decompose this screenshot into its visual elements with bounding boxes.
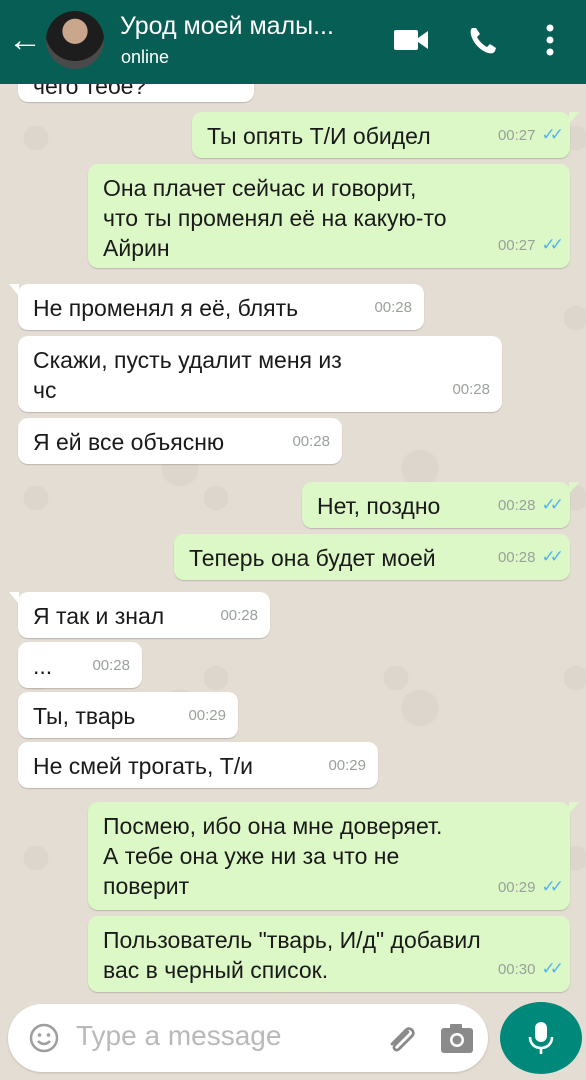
phone-icon[interactable]: [458, 18, 506, 62]
avatar[interactable]: [46, 11, 104, 69]
message-incoming[interactable]: ... 00:28: [18, 642, 142, 688]
read-ticks-icon: ✓✓: [541, 959, 564, 978]
message-input-bar: Type a message: [8, 1004, 488, 1072]
microphone-button[interactable]: [500, 1002, 582, 1074]
read-ticks-icon: ✓✓: [541, 495, 564, 514]
message-meta: 00:27 ✓✓: [497, 230, 564, 261]
message-text: Не смей трогать, Т/и: [33, 753, 254, 779]
message-text: Я так и знал: [33, 603, 165, 629]
read-ticks-icon: ✓✓: [541, 125, 564, 144]
bubble-tail: [569, 482, 579, 494]
message-time: 00:28: [92, 657, 130, 674]
read-ticks-icon: ✓✓: [541, 877, 564, 896]
back-arrow-icon[interactable]: ←: [8, 20, 42, 60]
emoji-icon[interactable]: [28, 1022, 60, 1054]
message-incoming[interactable]: Скажи, пусть удалит меня из чс 00:28: [18, 336, 502, 412]
message-incoming[interactable]: чего тебе? 00:27: [18, 84, 254, 102]
bubble-tail: [569, 802, 579, 814]
message-text: Нет, поздно: [317, 493, 441, 519]
message-text: Не променял я её, блять: [33, 295, 299, 321]
message-list[interactable]: чего тебе? 00:27 Ты опять Т/И обидел 00:…: [0, 84, 586, 1000]
more-vertical-icon[interactable]: [530, 18, 570, 62]
message-text: Теперь она будет моей: [189, 545, 436, 571]
message-text: Пользователь "тварь, И/д" добавил вас в …: [103, 927, 481, 983]
message-meta: 00:28 ✓✓: [497, 490, 564, 521]
message-time: 00:27: [204, 84, 242, 95]
message-input[interactable]: Type a message: [76, 1020, 281, 1052]
message-time: 00:28: [497, 549, 536, 566]
message-time: 00:28: [452, 381, 490, 398]
chat-header: ← Урод моей малы... online: [0, 0, 586, 84]
message-text: ...: [33, 653, 53, 679]
message-time: 00:27: [497, 237, 536, 254]
message-text: Скажи, пусть удалит меня из чс: [33, 347, 342, 403]
video-camera-icon[interactable]: [388, 18, 436, 62]
contact-status: online: [121, 47, 170, 67]
camera-icon[interactable]: [438, 1022, 478, 1056]
contact-name[interactable]: Урод моей малы...: [120, 12, 370, 41]
message-text: Посмею, ибо она мне доверяет. А тебе она…: [103, 813, 443, 899]
message-outgoing[interactable]: Пользователь "тварь, И/д" добавил вас в …: [88, 916, 570, 992]
message-incoming[interactable]: Ты, тварь 00:29: [18, 692, 238, 738]
message-incoming[interactable]: Я ей все объясню 00:28: [18, 418, 342, 464]
message-time: 00:30: [497, 961, 536, 978]
message-outgoing[interactable]: Она плачет сейчас и говорит, что ты пром…: [88, 164, 570, 268]
read-ticks-icon: ✓✓: [541, 235, 564, 254]
message-incoming[interactable]: Я так и знал 00:28: [9, 592, 270, 638]
message-text: Я ей все объясню: [33, 429, 225, 455]
message-time: 00:27: [497, 127, 536, 144]
bubble-tail: [9, 284, 19, 296]
message-text: чего тебе?: [33, 84, 147, 99]
bubble-tail: [9, 592, 19, 604]
message-time: 00:28: [497, 497, 536, 514]
message-time: 00:29: [328, 757, 366, 774]
message-incoming[interactable]: Не смей трогать, Т/и 00:29: [18, 742, 378, 788]
message-text: Ты, тварь: [33, 703, 136, 729]
microphone-icon: [528, 1022, 554, 1054]
read-ticks-icon: ✓✓: [541, 547, 564, 566]
message-time: 00:29: [497, 879, 536, 896]
message-time: 00:28: [374, 299, 412, 316]
message-time: 00:28: [220, 607, 258, 624]
message-meta: 00:30 ✓✓: [497, 954, 564, 985]
message-meta: 00:29 ✓✓: [497, 872, 564, 903]
message-time: 00:28: [292, 433, 330, 450]
message-meta: 00:28 ✓✓: [497, 542, 564, 573]
message-outgoing[interactable]: Ты опять Т/И обидел 00:27 ✓✓: [192, 112, 579, 158]
message-time: 00:29: [188, 707, 226, 724]
message-outgoing[interactable]: Нет, поздно 00:28 ✓✓: [302, 482, 579, 528]
message-meta: 00:27 ✓✓: [497, 120, 564, 151]
message-outgoing[interactable]: Теперь она будет моей 00:28 ✓✓: [174, 534, 570, 580]
paperclip-icon[interactable]: [382, 1020, 422, 1060]
message-text: Она плачет сейчас и говорит, что ты пром…: [103, 175, 447, 261]
bubble-tail: [569, 112, 579, 124]
message-incoming[interactable]: Не променял я её, блять 00:28: [9, 284, 424, 330]
message-text: Ты опять Т/И обидел: [207, 123, 431, 149]
message-outgoing[interactable]: Посмею, ибо она мне доверяет. А тебе она…: [88, 802, 579, 910]
